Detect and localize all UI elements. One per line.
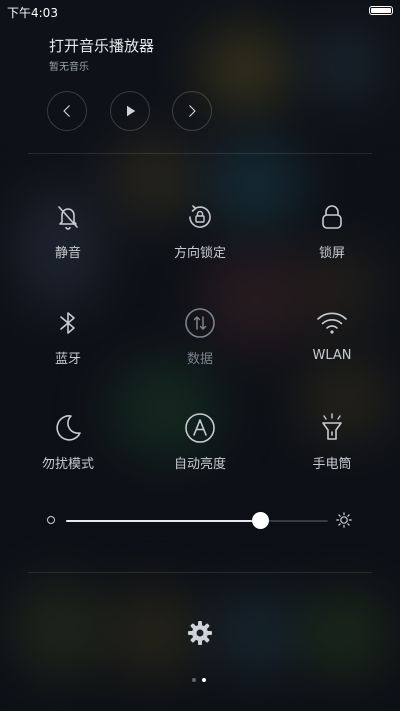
toggle-label: 蓝牙 <box>54 352 81 367</box>
mobile-data-icon <box>185 308 215 338</box>
toggle-do-not-disturb[interactable]: 勿扰模式 <box>8 411 128 472</box>
bluetooth-icon <box>60 312 75 334</box>
flashlight-icon <box>322 413 342 440</box>
music-player-subtitle: 暂无音乐 <box>49 62 89 73</box>
toggle-label: 勿扰模式 <box>41 457 94 472</box>
toggle-label: 自动亮度 <box>173 457 226 472</box>
brightness-high-icon <box>336 512 352 528</box>
slider-fill <box>66 520 260 522</box>
toggle-bluetooth[interactable]: 蓝牙 <box>8 306 128 367</box>
brightness-low-icon <box>47 516 55 524</box>
toggle-auto-brightness[interactable]: 自动亮度 <box>140 411 260 472</box>
toggle-wlan[interactable]: WLAN <box>272 306 392 363</box>
toggle-label: 数据 <box>186 352 213 367</box>
toggle-lock-screen[interactable]: 锁屏 <box>272 200 392 261</box>
toggle-label: 方向锁定 <box>173 246 226 261</box>
lock-icon <box>322 205 342 229</box>
chevron-right-icon <box>189 105 196 117</box>
status-time: 下午4:03 <box>7 6 58 20</box>
battery-icon <box>369 6 393 15</box>
bell-off-icon <box>58 206 78 230</box>
play-icon <box>127 105 136 117</box>
toggle-label: WLAN <box>312 348 352 363</box>
toggle-mobile-data[interactable]: 数据 <box>140 306 260 367</box>
toggle-rotation-lock[interactable]: 方向锁定 <box>140 200 260 261</box>
next-track-button[interactable] <box>172 91 212 131</box>
toggle-flashlight[interactable]: 手电筒 <box>272 411 392 472</box>
music-player-title[interactable]: 打开音乐播放器 <box>49 35 154 56</box>
slider-thumb[interactable] <box>251 512 269 529</box>
auto-brightness-icon <box>185 413 215 443</box>
moon-icon <box>56 415 81 441</box>
divider <box>28 572 372 573</box>
toggle-label: 手电筒 <box>312 457 352 472</box>
previous-track-button[interactable] <box>47 91 87 131</box>
page-dot <box>192 678 196 682</box>
chevron-left-icon <box>63 105 70 117</box>
toggle-silent[interactable]: 静音 <box>8 200 128 261</box>
toggle-label: 锁屏 <box>318 246 345 261</box>
play-button[interactable] <box>110 91 150 131</box>
rotation-lock-icon <box>189 205 211 228</box>
status-bar: 下午4:03 <box>0 0 400 22</box>
page-dot <box>202 678 206 682</box>
wifi-icon <box>317 312 347 334</box>
brightness-slider[interactable] <box>44 509 356 533</box>
page-indicator <box>191 677 209 683</box>
toggle-label: 静音 <box>54 246 81 261</box>
gear-icon[interactable] <box>186 619 214 647</box>
divider <box>28 153 372 154</box>
